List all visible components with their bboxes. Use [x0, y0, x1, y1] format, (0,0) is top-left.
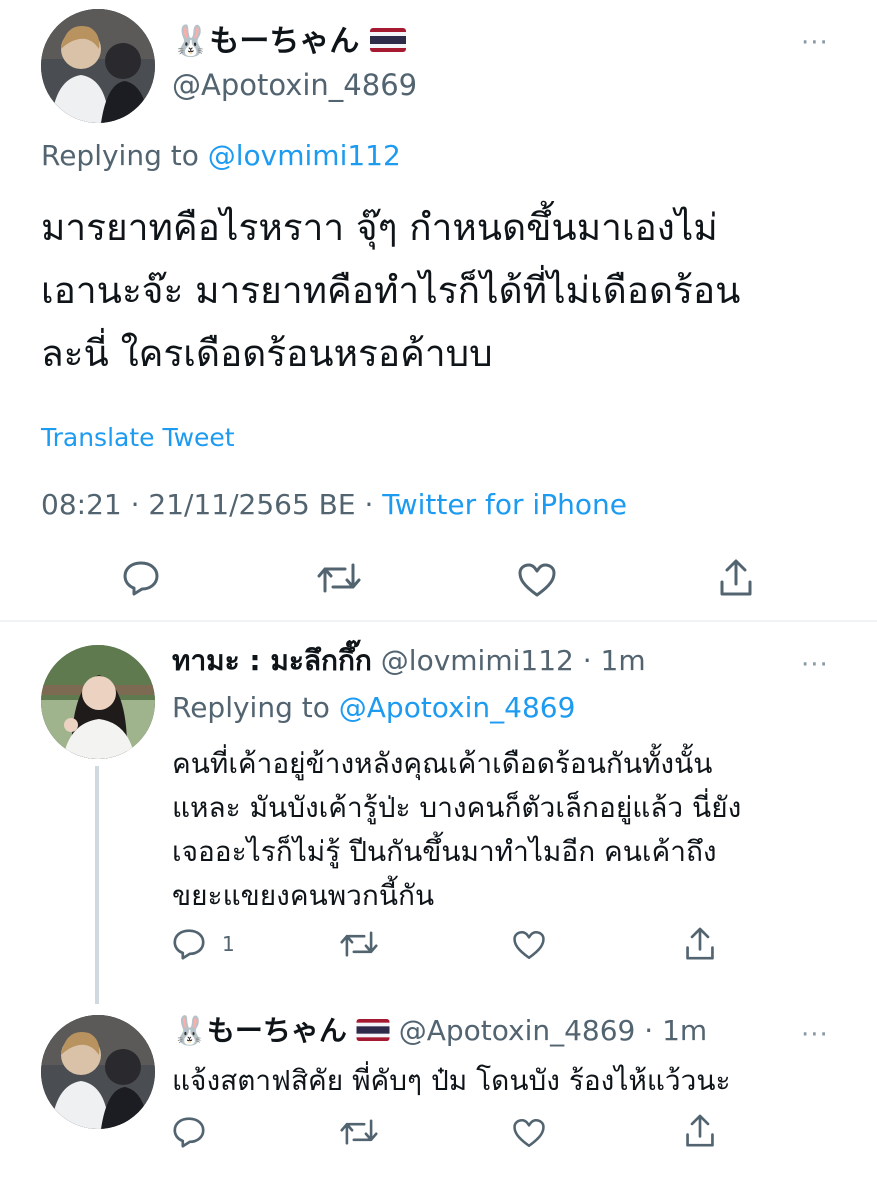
display-name[interactable]: 🐰もーちゃん [172, 22, 406, 63]
tweet-text: มารยาทคือไรหราา จุ๊ๆ กำหนดขึ้นมาเองไม่ เ… [41, 206, 741, 375]
retweet-icon[interactable] [340, 929, 378, 959]
thailand-flag-icon [369, 23, 406, 63]
more-icon[interactable]: ··· [801, 652, 829, 678]
share-icon[interactable] [718, 558, 754, 598]
reply-icon[interactable] [172, 928, 206, 960]
tweet-text: คนที่เค้าอยู่ข้างหลังคุณเค้าเดือดร้อนกัน… [172, 747, 742, 912]
replying-to-handle-link[interactable]: @lovmimi112 [208, 139, 401, 172]
divider [0, 620, 877, 622]
share-icon[interactable] [684, 1113, 716, 1149]
replying-to-handle-link[interactable]: @Apotoxin_4869 [339, 691, 576, 724]
translate-tweet-link[interactable]: Translate Tweet [41, 421, 235, 455]
avatar[interactable] [41, 645, 155, 759]
reply-icon[interactable] [122, 560, 160, 596]
replying-to: Replying to @lovmimi112 [41, 139, 401, 172]
avatar[interactable] [41, 1015, 155, 1129]
reply-count: 1 [222, 932, 235, 956]
rabbit-emoji: 🐰 [172, 24, 210, 59]
share-icon[interactable] [684, 926, 716, 962]
display-name[interactable]: 🐰もーちゃん [172, 1014, 347, 1047]
more-icon[interactable]: ··· [801, 1022, 829, 1048]
timestamp[interactable]: · 1m [644, 1014, 707, 1047]
handle[interactable]: @lovmimi112 [381, 644, 574, 677]
thailand-flag-icon [356, 1013, 390, 1051]
rabbit-emoji: 🐰 [172, 1014, 207, 1047]
thread-line [95, 766, 99, 1004]
like-icon[interactable] [512, 929, 546, 961]
reply-icon[interactable] [172, 1116, 206, 1148]
replying-to: Replying to @Apotoxin_4869 [172, 691, 576, 724]
tweet-text: แจ้งสตาฟสิคัย พี่คับๆ ป๋ม โดนบัง ร้องไห้… [172, 1064, 731, 1097]
display-name[interactable]: ทามะ : มะลึกกึ๊ก [172, 644, 372, 677]
handle[interactable]: @Apotoxin_4869 [399, 1014, 636, 1047]
like-icon[interactable] [517, 562, 557, 598]
more-icon[interactable]: ··· [801, 30, 829, 56]
client-link[interactable]: Twitter for iPhone [382, 488, 627, 521]
timestamp[interactable]: · 1m [583, 644, 646, 677]
retweet-icon[interactable] [340, 1117, 378, 1147]
tweet-metadata: 08:21 · 21/11/2565 BE · Twitter for iPho… [41, 488, 627, 521]
avatar[interactable] [41, 9, 155, 123]
like-icon[interactable] [512, 1117, 546, 1149]
reply-header: 🐰もーちゃん @Apotoxin_4869 · 1m [172, 1012, 707, 1051]
handle[interactable]: @Apotoxin_4869 [172, 66, 417, 104]
reply-header: ทามะ : มะลึกกึ๊ก @lovmimi112 · 1m [172, 643, 646, 679]
retweet-icon[interactable] [317, 561, 361, 595]
